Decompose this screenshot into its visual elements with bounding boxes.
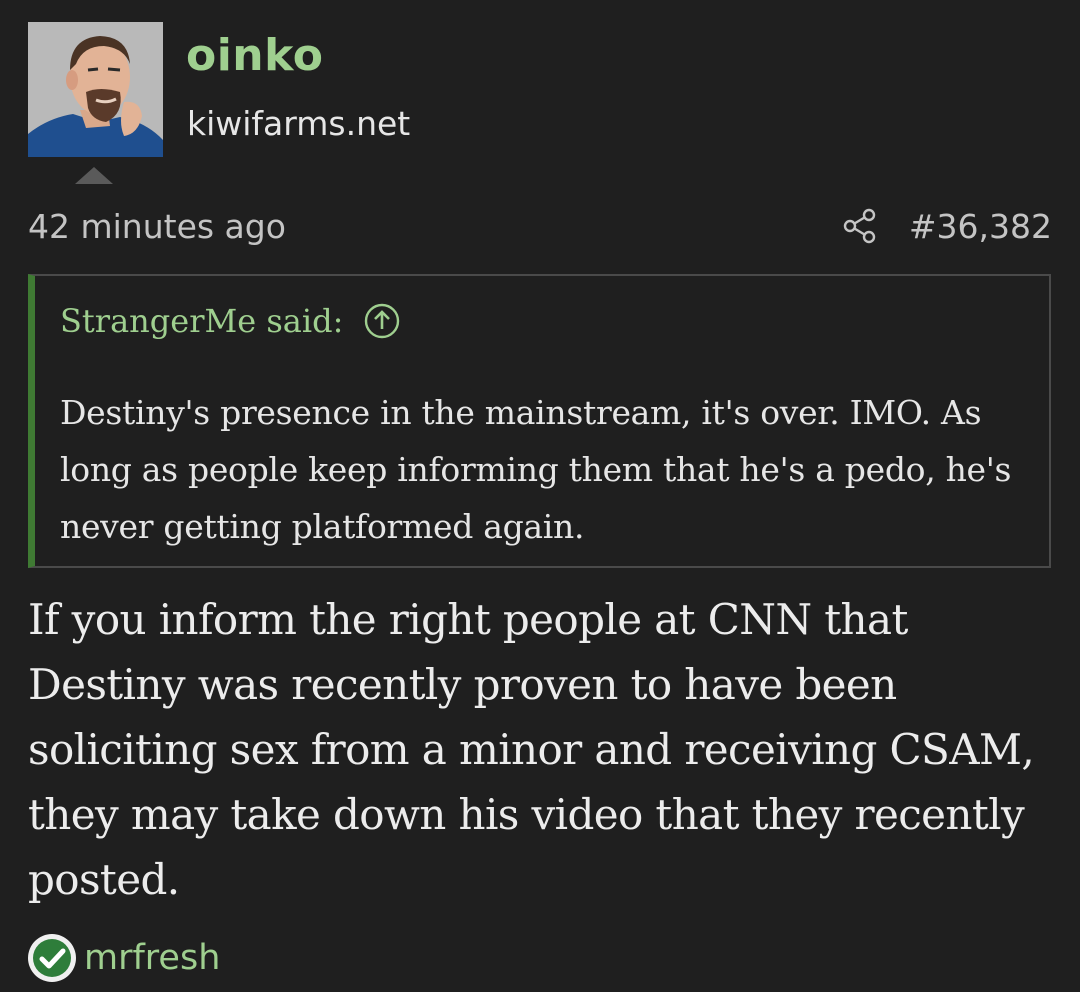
- post-number-link[interactable]: #36,382: [909, 207, 1052, 246]
- arrow-up-circle-icon[interactable]: [363, 302, 401, 340]
- author-username[interactable]: oinko: [186, 30, 323, 81]
- post-body: If you inform the right people at CNN th…: [28, 595, 1035, 904]
- author-user-title: kiwifarms.net: [187, 104, 411, 143]
- post-timestamp[interactable]: 42 minutes ago: [28, 207, 286, 246]
- reaction-bar[interactable]: mrfresh: [26, 932, 220, 984]
- avatar-illustration-icon: [28, 22, 163, 157]
- quote-block: StrangerMe said: Destiny's presence in t…: [28, 274, 1051, 568]
- quote-header: StrangerMe said:: [60, 302, 401, 340]
- share-icon[interactable]: [840, 206, 880, 246]
- avatar-caret: [75, 167, 113, 184]
- quote-text: Destiny's presence in the mainstream, it…: [60, 393, 1012, 546]
- reaction-users[interactable]: mrfresh: [84, 938, 220, 978]
- checkmark-circle-icon: [28, 934, 76, 982]
- quote-author-link[interactable]: StrangerMe said:: [60, 302, 343, 340]
- author-avatar[interactable]: [28, 22, 163, 157]
